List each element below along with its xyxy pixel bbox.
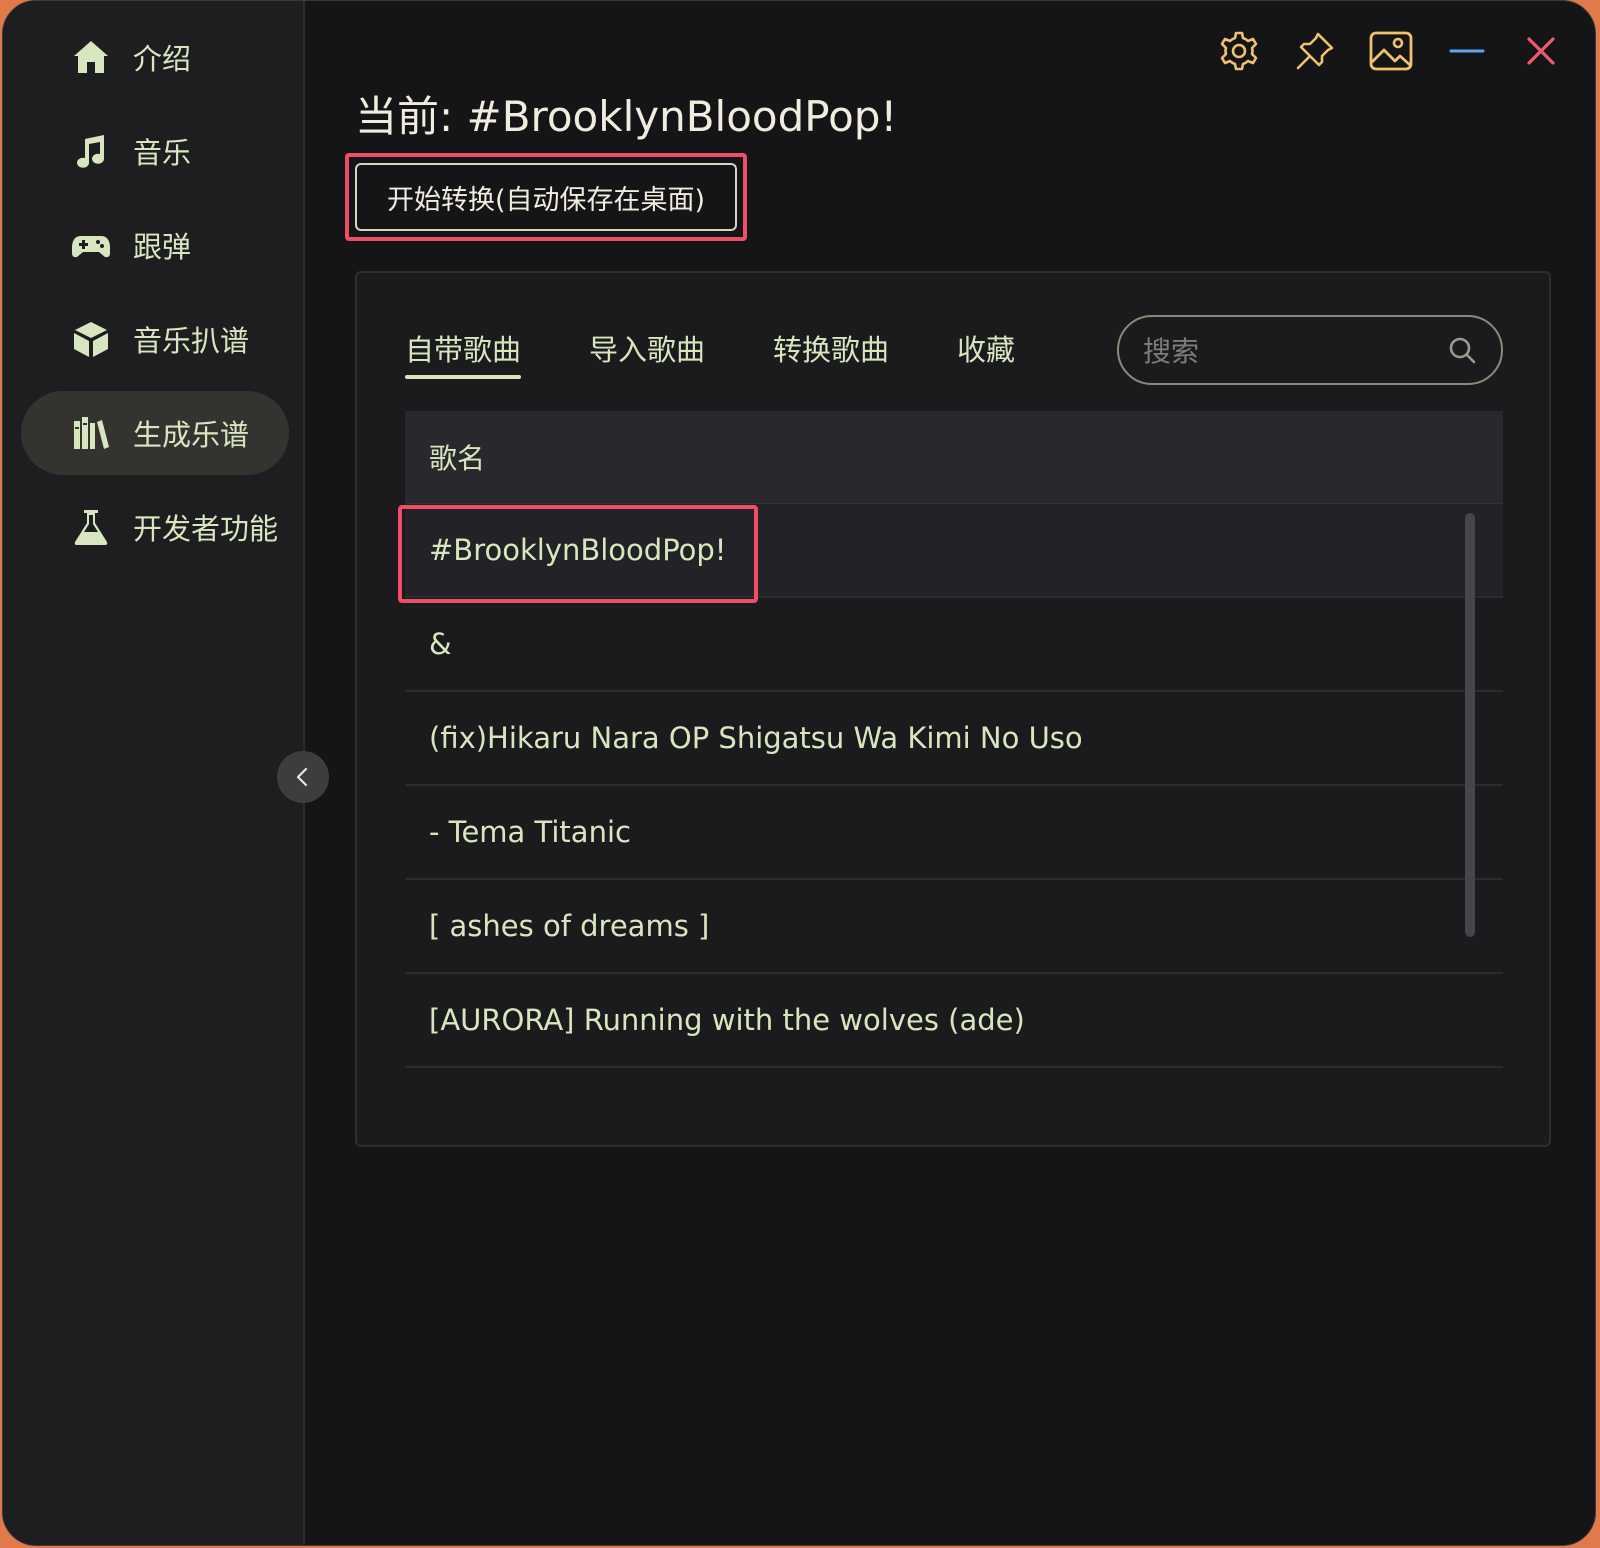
sidebar-item-generate-score[interactable]: 生成乐谱 [21, 391, 289, 475]
search-placeholder: 搜索 [1143, 335, 1200, 368]
sidebar-item-label: 生成乐谱 [133, 418, 250, 452]
search-icon [1447, 335, 1477, 365]
table-row[interactable]: #BrooklynBloodPop! [405, 504, 1503, 598]
close-button[interactable] [1515, 25, 1567, 77]
sidebar-item-transcribe[interactable]: 音乐扒谱 [21, 297, 289, 381]
sidebar-item-label: 开发者功能 [133, 512, 279, 546]
pin-button[interactable] [1289, 25, 1341, 77]
cube-icon [69, 317, 113, 361]
gamepad-icon [69, 223, 113, 267]
table-scrollbar[interactable] [1465, 513, 1475, 937]
page-title: 当前: #BrooklynBloodPop! [355, 92, 898, 141]
home-icon [69, 35, 113, 79]
song-table: 歌名 #BrooklynBloodPop! & (fix)Hikaru Nara… [405, 411, 1503, 1068]
table-row[interactable]: (fix)Hikaru Nara OP Shigatsu Wa Kimi No … [405, 692, 1503, 786]
background-image-button[interactable] [1365, 25, 1417, 77]
table-row[interactable]: [AURORA] Running with the wolves (ade) [405, 974, 1503, 1068]
sidebar-item-play-along[interactable]: 跟弹 [21, 203, 289, 287]
image-icon [1369, 31, 1413, 71]
app-window: 介绍 音乐 跟弹 音乐扒谱 生成乐谱 开发者功能 当前: #BrooklynBl… [2, 0, 1596, 1546]
tab-builtin-songs[interactable]: 自带歌曲 [405, 327, 522, 379]
books-icon [69, 411, 113, 455]
sidebar-item-label: 音乐 [133, 136, 192, 170]
search-input[interactable]: 搜索 [1117, 315, 1503, 385]
chevron-left-icon [296, 767, 308, 787]
flask-icon [69, 505, 113, 549]
minimize-icon [1449, 49, 1485, 53]
music-note-icon [69, 129, 113, 173]
table-row[interactable]: - Tema Titanic [405, 786, 1503, 880]
sidebar-item-label: 跟弹 [133, 230, 192, 264]
pin-icon [1296, 32, 1334, 70]
column-header-song-name: 歌名 [405, 411, 1503, 504]
sidebar-item-music[interactable]: 音乐 [21, 109, 289, 193]
sidebar-item-label: 介绍 [133, 42, 192, 76]
sidebar-item-label: 音乐扒谱 [133, 324, 250, 358]
tab-import-songs[interactable]: 导入歌曲 [589, 327, 705, 369]
tab-convert-songs[interactable]: 转换歌曲 [773, 327, 889, 369]
start-convert-button[interactable]: 开始转换(自动保存在桌面) [355, 163, 737, 231]
collapse-sidebar-button[interactable] [277, 751, 329, 803]
sidebar-item-developer[interactable]: 开发者功能 [21, 485, 289, 569]
table-row[interactable]: [ ashes of dreams ] [405, 880, 1503, 974]
table-row[interactable]: & [405, 598, 1503, 692]
sidebar: 介绍 音乐 跟弹 音乐扒谱 生成乐谱 开发者功能 [3, 1, 305, 1545]
gear-icon [1220, 31, 1258, 71]
tab-favorites[interactable]: 收藏 [957, 327, 1015, 369]
song-panel: 自带歌曲 导入歌曲 转换歌曲 收藏 搜索 歌名 #BrooklynBloodPo… [355, 271, 1551, 1147]
minimize-button[interactable] [1441, 25, 1493, 77]
sidebar-item-intro[interactable]: 介绍 [21, 15, 289, 99]
close-icon [1527, 37, 1555, 65]
settings-button[interactable] [1213, 25, 1265, 77]
